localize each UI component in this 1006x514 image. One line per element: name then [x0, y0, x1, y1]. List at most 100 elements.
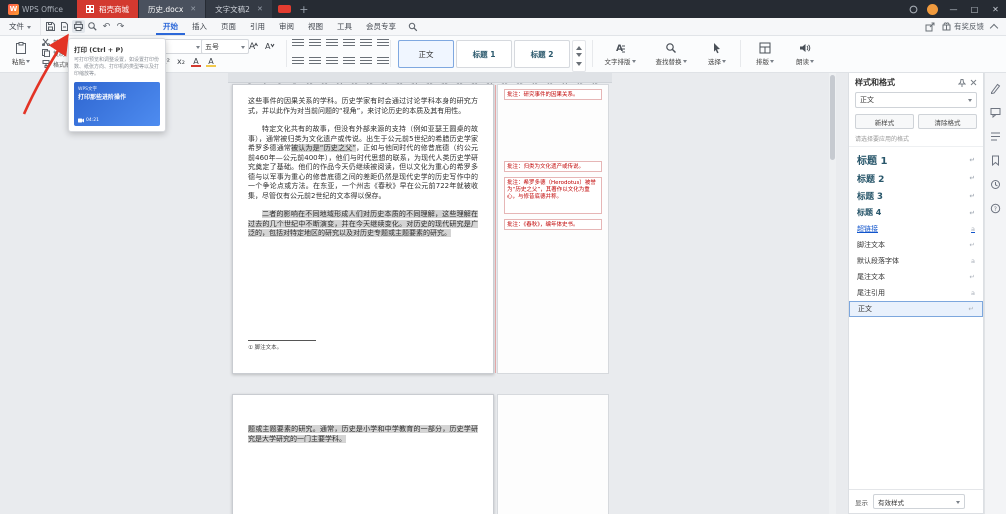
app-logo[interactable]: W WPS Office — [0, 4, 71, 15]
print-icon[interactable] — [72, 20, 85, 33]
close-button[interactable]: ✕ — [985, 0, 1006, 18]
maximize-button[interactable]: □ — [964, 0, 985, 18]
commented-text[interactable]: 被认为是“历史之父” — [291, 144, 356, 152]
menu-page[interactable]: 页面 — [214, 18, 243, 35]
align-center-icon[interactable] — [309, 57, 321, 66]
style-item-footnote-text[interactable]: 脚注文本↵ — [849, 237, 983, 253]
menu-view[interactable]: 视图 — [301, 18, 330, 35]
menu-references[interactable]: 引用 — [243, 18, 272, 35]
show-styles-select[interactable]: 有效样式 — [873, 494, 965, 509]
export-pdf-icon[interactable] — [58, 20, 71, 33]
scrollbar-thumb[interactable] — [830, 75, 835, 160]
find-replace-button[interactable]: 查找替换 — [648, 37, 694, 70]
paste-button[interactable]: 粘贴 — [7, 37, 35, 70]
footnote-text[interactable]: ① 脚注文本。 — [248, 343, 316, 351]
styles-pane-icon[interactable] — [989, 82, 1002, 95]
highlight-color-button[interactable]: A — [205, 55, 217, 67]
close-panel-icon[interactable] — [970, 79, 977, 86]
style-gallery-heading2[interactable]: 标题 2 — [514, 40, 570, 68]
user-avatar[interactable] — [927, 4, 938, 15]
gallery-more-icon[interactable] — [576, 62, 582, 69]
format-painter-button[interactable]: 格式刷 — [42, 59, 71, 69]
paragraph-highlighted[interactable]: 二者的影响在不同地域形成人们对历史本质的不同理解，这些理解在过去的几个世纪中不断… — [248, 210, 478, 239]
help-icon[interactable]: ? — [989, 202, 1002, 215]
feedback-button[interactable]: 有奖反馈 — [942, 21, 984, 32]
paragraph[interactable]: 这些事件的因果关系的学科。历史学家有时会通过讨论学科本身的研究方式，并以此作为对… — [248, 97, 478, 116]
pin-icon[interactable] — [958, 79, 966, 87]
menu-insert[interactable]: 插入 — [185, 18, 214, 35]
style-item-heading2[interactable]: 标题 2↵ — [849, 169, 983, 187]
select-button[interactable]: 选择 — [700, 37, 734, 70]
paragraph[interactable]: 特定文化共有的故事，但没有外部来源的支持（例如亚瑟王圆桌的故事），通常被归类为文… — [248, 125, 478, 201]
file-menu-button[interactable]: 文件 — [0, 18, 41, 35]
style-item-default-font[interactable]: 默认段落字体a — [849, 253, 983, 269]
style-item-heading1[interactable]: 标题 1↵ — [849, 150, 983, 169]
redo-icon[interactable]: ↷ — [114, 20, 127, 33]
comment[interactable]: 批注：归类为文化遗产或传说。 — [504, 161, 602, 172]
horizontal-ruler[interactable]: 2468101214161820222426283032343638404244… — [228, 72, 612, 83]
text-layout-button[interactable]: A 文字排版 — [598, 37, 642, 70]
tab-document-2[interactable]: 文字文稿2 ✕ — [206, 0, 272, 18]
decrease-font-icon[interactable]: A — [263, 39, 275, 51]
document-page-1[interactable]: 这些事件的因果关系的学科。历史学家有时会通过讨论学科本身的研究方式，并以此作为对… — [232, 84, 494, 374]
comment-pane-icon[interactable] — [989, 106, 1002, 119]
increase-font-icon[interactable]: A — [247, 39, 259, 51]
style-item-body-selected[interactable]: 正文↵ — [849, 301, 983, 317]
clear-format-button[interactable]: 清除格式 — [918, 114, 977, 129]
align-left-icon[interactable] — [292, 57, 304, 66]
menu-tools[interactable]: 工具 — [330, 18, 359, 35]
paragraph-highlighted[interactable]: 题或主题要素的研究。通常，历史是小学和中学教育的一部分，历史学研究是大学研究的一… — [248, 425, 478, 444]
history-pane-icon[interactable] — [989, 178, 1002, 191]
font-color-button[interactable]: A — [190, 55, 202, 67]
numbered-list-icon[interactable] — [309, 39, 321, 48]
text-direction-icon[interactable] — [377, 39, 389, 48]
undo-icon[interactable]: ↶ — [100, 20, 113, 33]
tab-history-docx[interactable]: 历史.docx ✕ — [139, 0, 205, 18]
menu-member[interactable]: 会员专享 — [359, 18, 403, 35]
outline-pane-icon[interactable] — [989, 130, 1002, 143]
gallery-up-icon[interactable] — [576, 43, 582, 50]
style-item-hyperlink[interactable]: 超链接a — [849, 221, 983, 237]
new-tab-button[interactable]: + — [296, 0, 312, 18]
justify-icon[interactable] — [343, 57, 355, 66]
current-style-select[interactable]: 正文 — [855, 92, 977, 108]
menu-home[interactable]: 开始 — [156, 18, 185, 35]
bullet-list-icon[interactable] — [292, 39, 304, 48]
theme-icon[interactable] — [904, 0, 922, 18]
style-item-heading4[interactable]: 标题 4↵ — [849, 204, 983, 221]
decrease-indent-icon[interactable] — [326, 39, 338, 48]
style-item-endnote-ref[interactable]: 尾注引用a — [849, 285, 983, 301]
increase-indent-icon[interactable] — [343, 39, 355, 48]
cut-button[interactable]: 剪切 — [42, 37, 71, 47]
comment[interactable]: 批注：研究事件的因果关系。 — [504, 89, 602, 100]
align-right-icon[interactable] — [326, 57, 338, 66]
document-page-2[interactable]: 题或主题要素的研究。通常，历史是小学和中学教育的一部分，历史学研究是大学研究的一… — [232, 394, 494, 514]
close-tab-icon[interactable]: ✕ — [257, 5, 263, 13]
share-icon[interactable] — [925, 22, 935, 32]
vertical-scrollbar[interactable] — [829, 72, 836, 514]
style-item-endnote-text[interactable]: 尾注文本↵ — [849, 269, 983, 285]
minimize-button[interactable]: — — [943, 0, 964, 18]
read-aloud-button[interactable]: 朗读 — [788, 37, 822, 70]
print-preview-icon[interactable] — [86, 20, 99, 33]
collapse-ribbon-icon[interactable] — [990, 23, 998, 31]
style-gallery-heading1[interactable]: 标题 1 — [456, 40, 512, 68]
font-size-select[interactable]: 五号 — [201, 39, 249, 54]
close-tab-icon[interactable]: ✕ — [190, 5, 196, 13]
line-spacing-icon[interactable] — [377, 57, 389, 66]
copy-button[interactable]: 复制 — [42, 48, 71, 58]
comment[interactable]: 批注：《春秋》，编年体史书。 — [504, 219, 602, 230]
paragraph-settings-icon[interactable] — [360, 39, 372, 48]
new-style-button[interactable]: 新样式 — [855, 114, 914, 129]
bookmark-pane-icon[interactable] — [989, 154, 1002, 167]
subscript-button[interactable]: x₂ — [175, 55, 187, 67]
distribute-icon[interactable] — [360, 57, 372, 66]
tutorial-video-thumbnail[interactable]: WPS文字 打印那些进阶操作 04:21 — [74, 82, 160, 126]
layout-button[interactable]: 排版 — [748, 37, 782, 70]
style-gallery-body[interactable]: 正文 — [398, 40, 454, 68]
gallery-down-icon[interactable] — [576, 53, 582, 60]
comment[interactable]: 批注：希罗多德（Herodotus）被誉为“历史之父”，其著作以文化为重心，与修… — [504, 177, 602, 214]
tab-docer-mall[interactable]: 稻壳商城 — [77, 0, 138, 18]
search-icon[interactable] — [405, 19, 421, 35]
menu-review[interactable]: 审阅 — [272, 18, 301, 35]
